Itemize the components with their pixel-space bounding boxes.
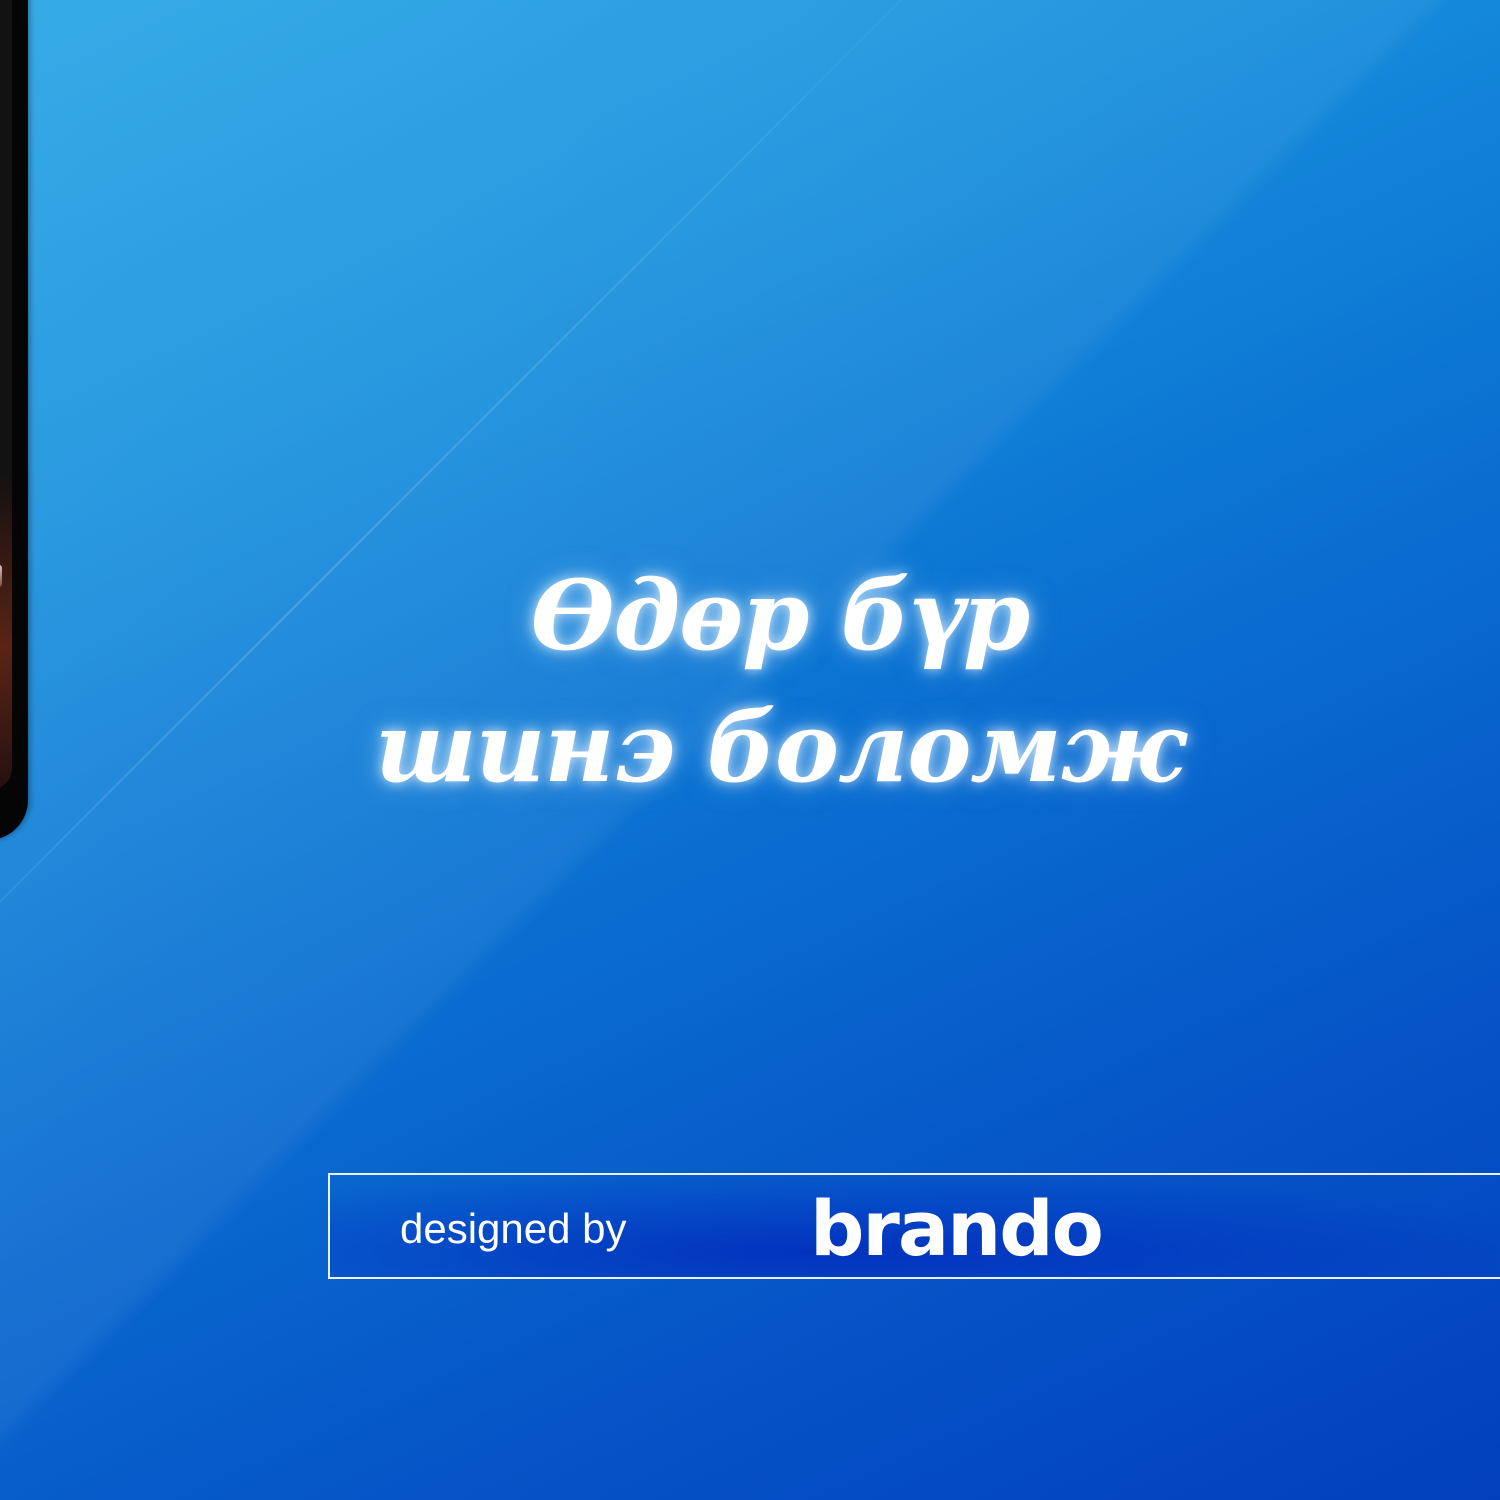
slogan-line-2: шинэ боломж: [375, 691, 1186, 804]
designer-credit-box: designed by brando: [328, 1173, 1500, 1279]
designed-by-label: designed by: [400, 1205, 627, 1252]
slogan-line-1: Өдөр бүр: [530, 559, 1030, 672]
brando-logo: brando: [810, 1184, 1104, 1273]
phone-device-edge: [0, 0, 28, 840]
poster-canvas: Өдөр бүр шинэ боломж designed by brando: [0, 0, 1500, 1500]
phone-screen: [0, 0, 12, 790]
slogan-heading: Өдөр бүр шинэ боломж: [300, 550, 1260, 814]
phone-screen-detail: [0, 565, 2, 587]
